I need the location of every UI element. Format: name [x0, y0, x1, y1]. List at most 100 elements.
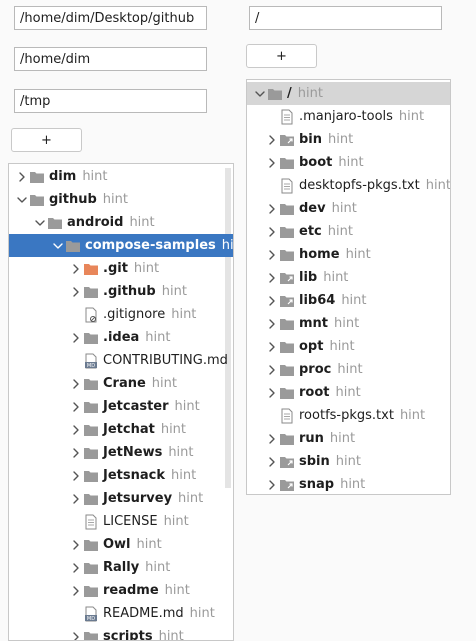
- chevron-down-icon[interactable]: [15, 193, 29, 207]
- tree-item-label: proc: [299, 362, 332, 377]
- chevron-right-icon[interactable]: [69, 331, 83, 345]
- tree-item[interactable]: desktopfs-pkgs.txt hint: [247, 174, 450, 197]
- chevron-down-icon[interactable]: [253, 87, 267, 101]
- svg-text:MD: MD: [87, 616, 95, 622]
- chevron-right-icon[interactable]: [69, 630, 83, 640]
- tree-item[interactable]: Jetsnack hint: [9, 464, 233, 487]
- chevron-right-icon[interactable]: [265, 156, 279, 170]
- tree-item[interactable]: MD README.md hint: [9, 602, 233, 625]
- tree-item-label: boot: [299, 155, 333, 170]
- git-folder-icon: [83, 261, 99, 277]
- tree-item-hint: hint: [102, 192, 128, 207]
- tree-item[interactable]: lib hint: [247, 266, 450, 289]
- tree-item[interactable]: Rally hint: [9, 556, 233, 579]
- tree-item[interactable]: dev hint: [247, 197, 450, 220]
- path-input-root[interactable]: [249, 6, 442, 30]
- folder-symlink-icon: [279, 477, 295, 493]
- tree-item-label: Jetsurvey: [103, 491, 173, 506]
- chevron-right-icon[interactable]: [69, 492, 83, 506]
- folder-symlink-icon: [279, 454, 295, 470]
- tree-item[interactable]: .idea hint: [9, 326, 233, 349]
- tree-item-hint: hint: [164, 583, 190, 598]
- tree-item[interactable]: readme hint: [9, 579, 233, 602]
- tree-item[interactable]: / hint: [247, 82, 450, 105]
- tree-item[interactable]: .manjaro-tools hint: [247, 105, 450, 128]
- chevron-right-icon[interactable]: [69, 561, 83, 575]
- tree-item[interactable]: compose-samples hint: [9, 234, 233, 257]
- left-file-tree[interactable]: dim hint github hint android hint compose-samp…: [8, 163, 234, 641]
- tree-item-label: home: [299, 247, 340, 262]
- folder-symlink-icon: [279, 270, 295, 286]
- tree-item[interactable]: boot hint: [247, 151, 450, 174]
- chevron-right-icon[interactable]: [265, 248, 279, 262]
- tree-item-hint: hint: [171, 307, 197, 322]
- chevron-right-icon[interactable]: [69, 446, 83, 460]
- chevron-right-icon[interactable]: [265, 386, 279, 400]
- tree-item[interactable]: rootfs-pkgs.txt hint: [247, 404, 450, 427]
- chevron-right-icon[interactable]: [69, 469, 83, 483]
- tree-item[interactable]: Jetcaster hint: [9, 395, 233, 418]
- right-file-tree[interactable]: / hint .manjaro-tools hint bin hint boot hint de…: [246, 79, 451, 495]
- chevron-right-icon[interactable]: [69, 423, 83, 437]
- chevron-right-icon[interactable]: [69, 538, 83, 552]
- tree-item[interactable]: .git hint: [9, 257, 233, 280]
- tree-item[interactable]: LICENSE hint: [9, 510, 233, 533]
- tree-item[interactable]: sbin hint: [247, 450, 450, 473]
- tree-item[interactable]: root hint: [247, 381, 450, 404]
- tree-item-hint: hint: [174, 399, 200, 414]
- tree-item[interactable]: .gitignore hint: [9, 303, 233, 326]
- tree-item[interactable]: dim hint: [9, 165, 233, 188]
- tree-item-label: etc: [299, 224, 322, 239]
- markdown-file-icon: MD: [83, 353, 99, 369]
- path-input-home[interactable]: [14, 47, 207, 71]
- chevron-right-icon[interactable]: [265, 317, 279, 331]
- tree-item[interactable]: .github hint: [9, 280, 233, 303]
- tree-item[interactable]: lib64 hint: [247, 289, 450, 312]
- chevron-right-icon[interactable]: [265, 202, 279, 216]
- add-left-tree-button[interactable]: +: [11, 128, 82, 152]
- tree-item[interactable]: MDCONTRIBUTING.mdhint: [9, 349, 233, 372]
- tree-item[interactable]: android hint: [9, 211, 233, 234]
- chevron-down-icon[interactable]: [33, 216, 47, 230]
- tree-item[interactable]: opt hint: [247, 335, 450, 358]
- tree-item[interactable]: Owl hint: [9, 533, 233, 556]
- tree-item[interactable]: etc hint: [247, 220, 450, 243]
- folder-symlink-icon: [279, 293, 295, 309]
- chevron-right-icon[interactable]: [69, 262, 83, 276]
- tree-item[interactable]: JetNews hint: [9, 441, 233, 464]
- tree-item[interactable]: scripts hint: [9, 625, 233, 640]
- tree-item[interactable]: Crane hint: [9, 372, 233, 395]
- path-input-github[interactable]: [14, 6, 207, 30]
- tree-item-label: /: [287, 86, 292, 101]
- chevron-right-icon[interactable]: [265, 340, 279, 354]
- chevron-right-icon[interactable]: [69, 377, 83, 391]
- tree-item[interactable]: Jetsurvey hint: [9, 487, 233, 510]
- chevron-right-icon[interactable]: [15, 170, 29, 184]
- tree-item[interactable]: github hint: [9, 188, 233, 211]
- chevron-right-icon[interactable]: [265, 225, 279, 239]
- chevron-right-icon[interactable]: [69, 285, 83, 299]
- tree-item[interactable]: Jetchat hint: [9, 418, 233, 441]
- tree-item[interactable]: proc hint: [247, 358, 450, 381]
- chevron-right-icon[interactable]: [265, 363, 279, 377]
- chevron-right-icon[interactable]: [265, 133, 279, 147]
- tree-item[interactable]: run hint: [247, 427, 450, 450]
- chevron-right-icon[interactable]: [69, 400, 83, 414]
- add-right-tree-button[interactable]: +: [246, 44, 317, 68]
- tree-item-label: readme: [103, 583, 159, 598]
- tree-item[interactable]: home hint: [247, 243, 450, 266]
- chevron-right-icon[interactable]: [265, 294, 279, 308]
- chevron-down-icon[interactable]: [51, 239, 65, 253]
- chevron-right-icon[interactable]: [69, 584, 83, 598]
- path-input-tmp[interactable]: [14, 89, 207, 113]
- tree-item-label: root: [299, 385, 330, 400]
- chevron-right-icon[interactable]: [265, 432, 279, 446]
- tree-item[interactable]: snap hint: [247, 473, 450, 494]
- svg-text:MD: MD: [87, 363, 95, 369]
- chevron-right-icon[interactable]: [265, 271, 279, 285]
- chevron-right-icon[interactable]: [265, 478, 279, 492]
- chevron-right-icon[interactable]: [265, 455, 279, 469]
- tree-item[interactable]: bin hint: [247, 128, 450, 151]
- tree-item-hint: hint: [151, 376, 177, 391]
- tree-item[interactable]: mnt hint: [247, 312, 450, 335]
